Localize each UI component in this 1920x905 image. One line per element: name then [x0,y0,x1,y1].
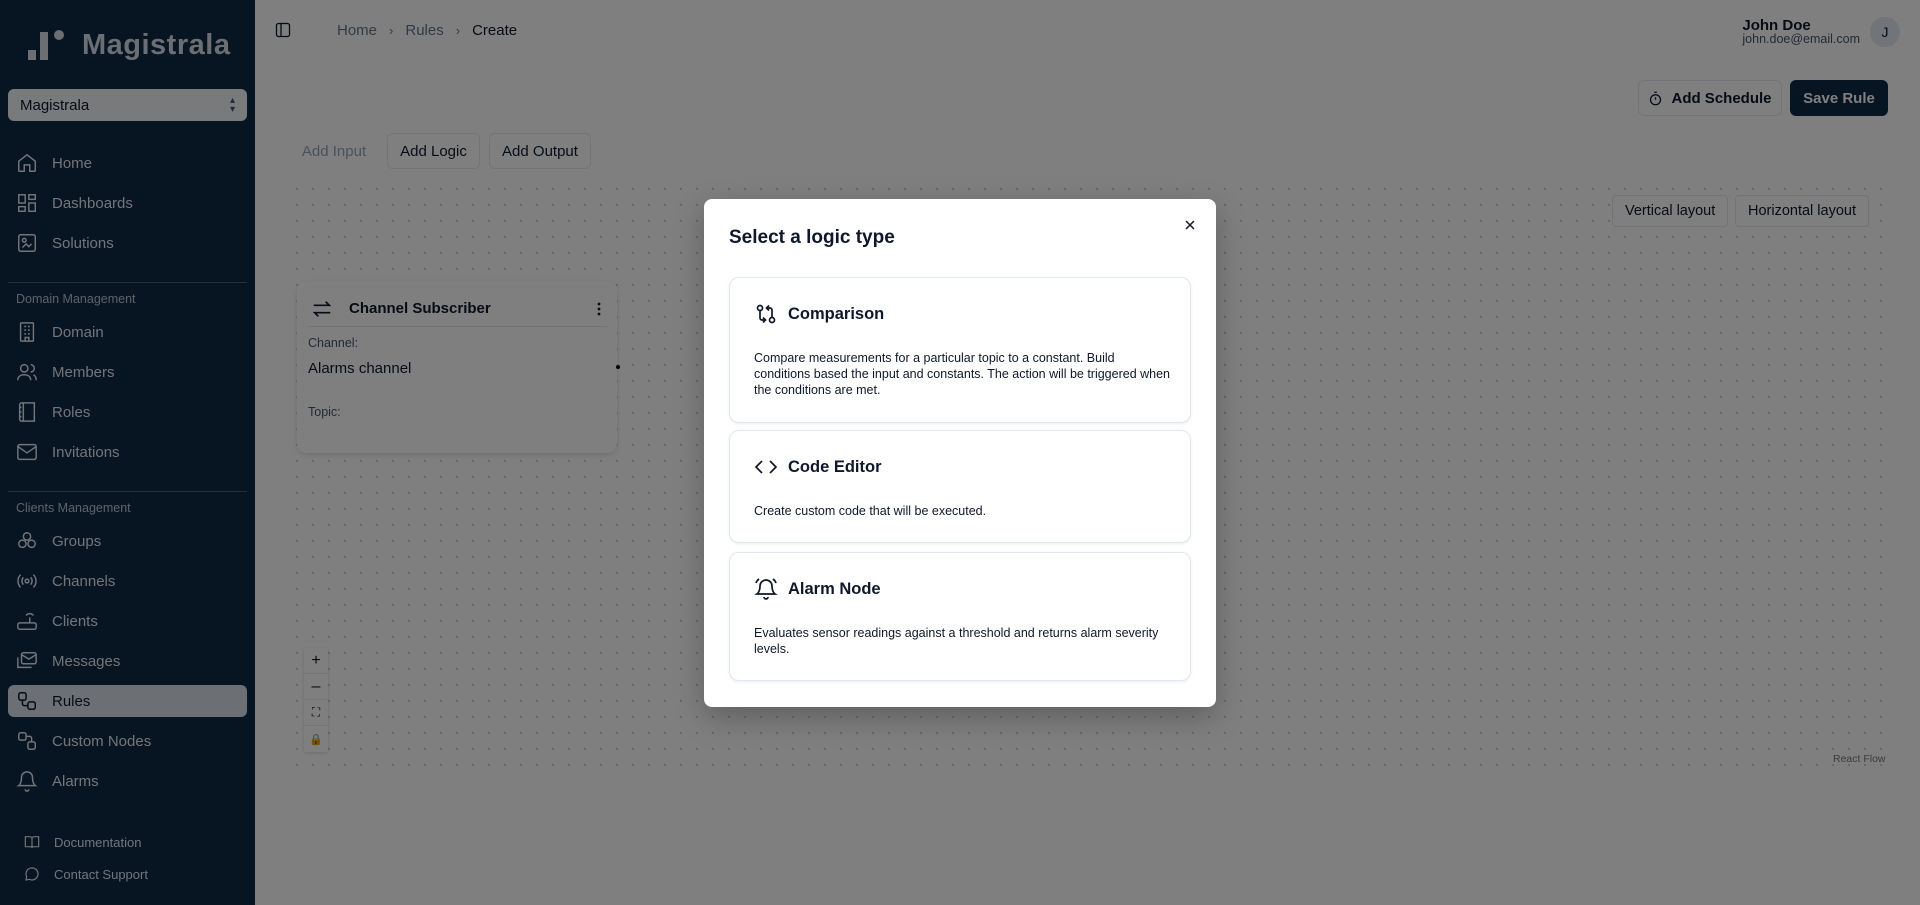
card-title: Code Editor [788,457,882,476]
card-title: Alarm Node [788,579,881,598]
card-head: Alarm Node [754,577,881,601]
card-description: Evaluates sensor readings against a thre… [754,626,1159,656]
code-icon [754,460,778,474]
logic-option-alarm-node[interactable]: Alarm Node Evaluates sensor readings aga… [729,552,1191,681]
select-logic-type-dialog: Select a logic type Comparison Compare m… [704,199,1216,707]
logic-option-code-editor[interactable]: Code Editor Create custom code that will… [729,430,1191,543]
dialog-title: Select a logic type [729,227,895,248]
card-head: Comparison [754,302,884,326]
alarm-bell-icon [754,578,778,600]
close-icon[interactable] [1182,217,1198,233]
git-compare-icon [756,304,776,324]
card-title: Comparison [788,304,885,323]
card-head: Code Editor [754,455,882,479]
card-description: Create custom code that will be executed… [754,504,987,518]
card-description: Compare measurements for a particular to… [754,351,1171,397]
logic-option-comparison[interactable]: Comparison Compare measurements for a pa… [729,277,1191,423]
